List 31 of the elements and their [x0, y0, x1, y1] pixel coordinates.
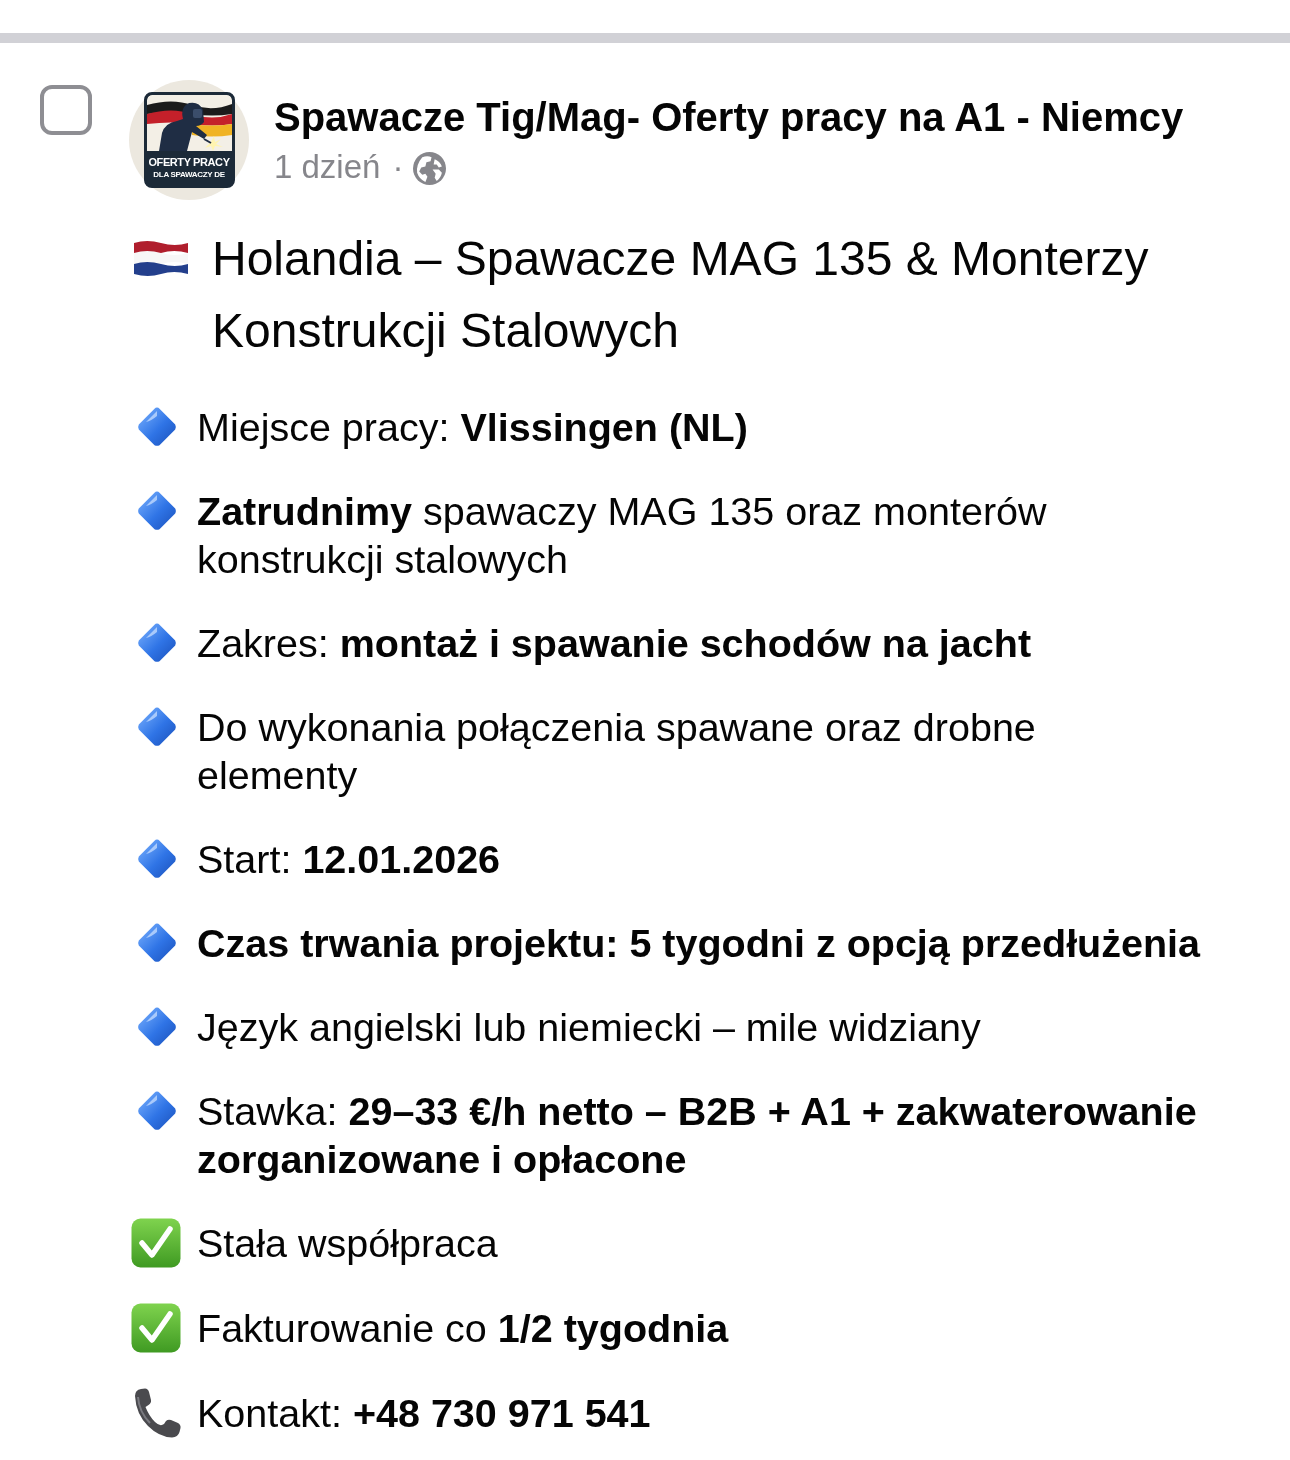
- post-paragraph: Stawka: 29–33 €/h netto – B2B + A1 + zakwaterowanie zorganizowane i opłacone: [197, 1088, 1198, 1183]
- globe-icon: [413, 151, 447, 185]
- dutch-flag-icon: [133, 240, 189, 278]
- post-time[interactable]: 1 dzień: [274, 147, 381, 187]
- diamond-icon: [137, 407, 177, 447]
- post-paragraph: Zakres: montaż i spawanie schodów na jacht: [197, 620, 1033, 667]
- post-paragraph: Do wykonania połączenia spawane oraz drobne elementy: [197, 704, 1037, 799]
- post-paragraph: Miejsce pracy: Vlissingen (NL): [197, 404, 749, 451]
- post-paragraph: Stała współpraca: [197, 1220, 499, 1267]
- diamond-icon: [137, 1007, 177, 1047]
- post-paragraph: Czas trwania projektu: 5 tygodni z opcją przedłużenia: [197, 920, 1202, 967]
- logo-text: OFERTY PRACY: [148, 155, 230, 169]
- diamond-icon: [137, 491, 177, 531]
- separator-dot: ·: [392, 147, 404, 187]
- post-paragraph: Fakturowanie co 1/2 tygodnia: [197, 1305, 730, 1352]
- group-name[interactable]: Spawacze Tig/Mag- Oferty pracy na A1 - Niemcy: [274, 94, 1184, 140]
- post-paragraph: Kontakt: +48 730 971 541: [197, 1390, 652, 1437]
- diamond-icon: [137, 1091, 177, 1131]
- post-paragraph: Zatrudnimy spawaczy MAG 135 oraz monterów konstrukcji stalowych: [197, 488, 1048, 583]
- diamond-icon: [137, 623, 177, 663]
- tick-icon: [131, 1303, 181, 1353]
- group-avatar[interactable]: OFERTY PRACY DLA SPAWACZY DE: [129, 80, 249, 200]
- post-paragraph: Język angielski lub niemiecki – mile widziany: [197, 1004, 982, 1051]
- post-paragraph: Start: 12.01.2026: [197, 836, 502, 883]
- tick-icon: [131, 1218, 181, 1268]
- post-headline: Holandia – Spawacze MAG 135 & Monterzy Konstrukcji Stalowych: [212, 231, 1150, 359]
- logo-text: DLA SPAWACZY DE: [153, 169, 225, 180]
- diamond-icon: [137, 923, 177, 963]
- diamond-icon: [137, 839, 177, 879]
- select-checkbox[interactable]: [40, 85, 92, 135]
- diamond-icon: [137, 707, 177, 747]
